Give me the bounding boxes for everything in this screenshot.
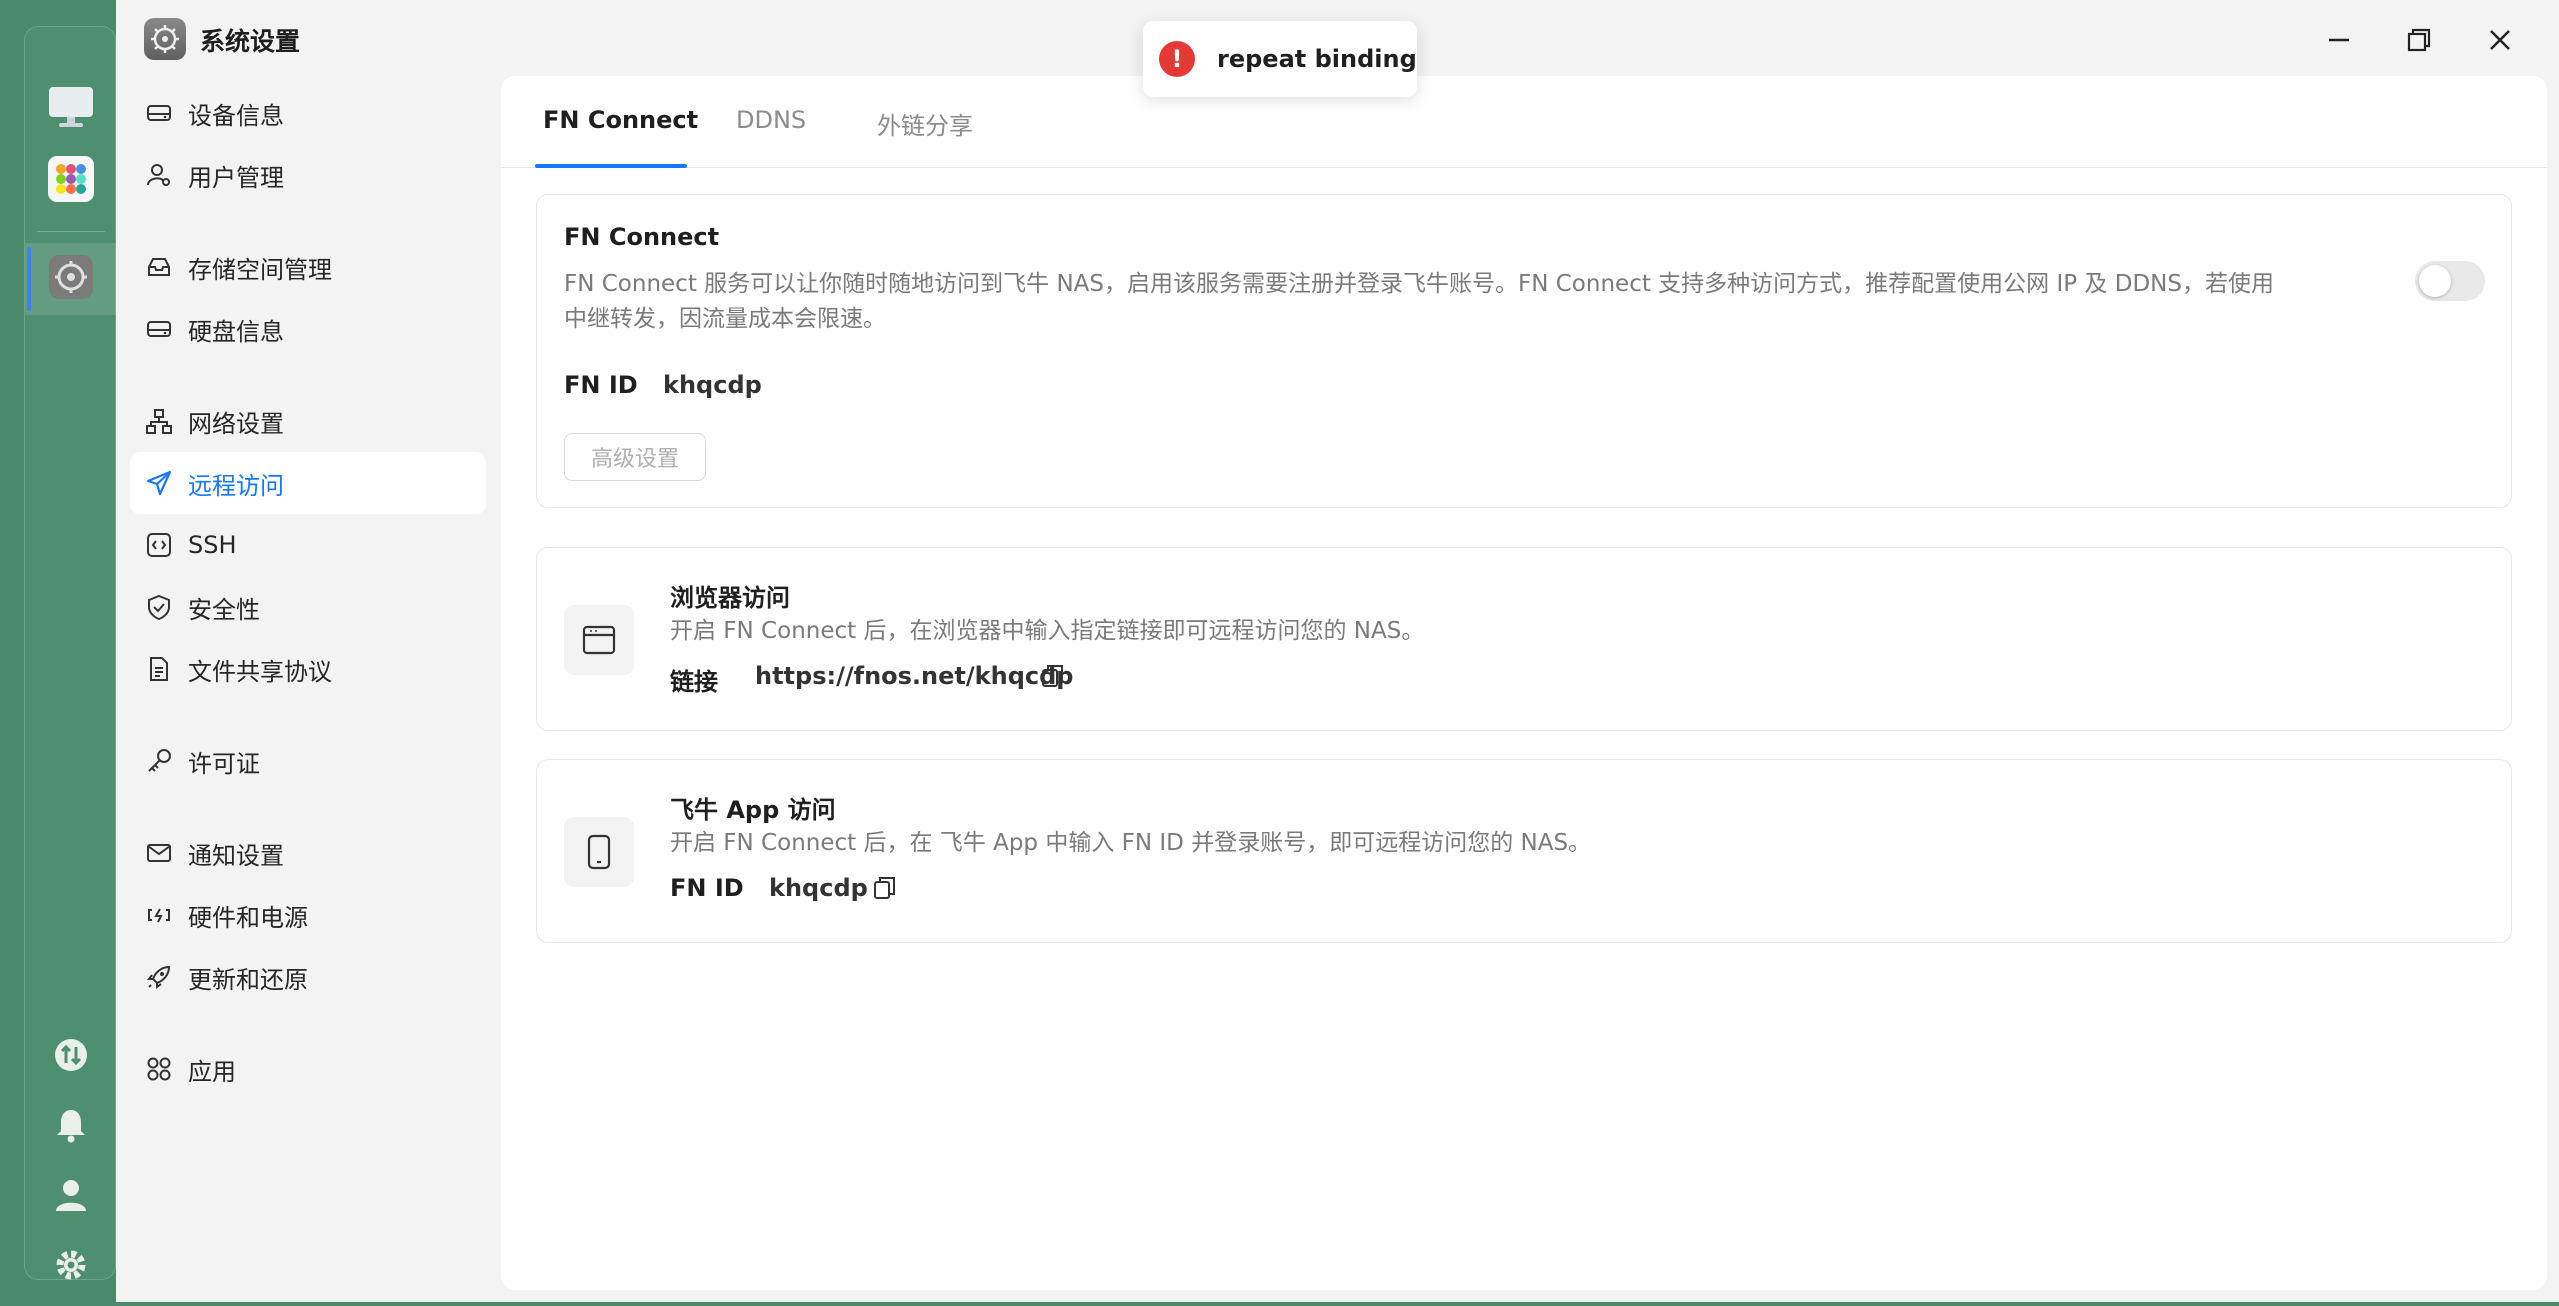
settings-icon [49,255,93,303]
tab-fn-connect[interactable]: FN Connect [543,106,698,134]
close-icon [2490,30,2510,50]
rocket-icon [144,962,174,992]
bell-icon [54,1107,88,1147]
minimize-icon [2329,38,2349,42]
file-icon [144,654,174,684]
sidebar-item-disk-info[interactable]: 硬盘信息 [130,298,486,360]
dock-notifications[interactable] [25,1091,117,1163]
active-tab-indicator [535,164,687,168]
app-fn-id-value: khqcdp [769,874,868,902]
apps-icon [144,1054,174,1084]
dock [24,26,117,1280]
copy-fn-id-icon[interactable] [871,874,899,902]
copy-link-icon[interactable] [1039,662,1067,690]
sidebar-item-file-sharing[interactable]: 文件共享协议 [130,638,486,700]
close-button[interactable] [2478,18,2522,62]
fn-connect-toggle[interactable] [2415,261,2485,301]
tab-external-share[interactable]: 外链分享 [877,106,973,141]
mail-icon [144,838,174,868]
dock-app-center[interactable] [25,145,117,217]
fn-connect-card: FN Connect FN Connect 服务可以让你随时随地访问到飞牛 NA… [536,194,2512,508]
tab-ddns[interactable]: DDNS [736,106,806,134]
shield-icon [144,592,174,622]
restore-icon [2407,28,2431,52]
sidebar-item-apps[interactable]: 应用 [130,1038,486,1100]
dock-desktop[interactable] [25,73,117,145]
content-panel: FN Connect DDNS 外链分享 FN Connect FN Conne… [501,76,2547,1290]
sidebar-item-user-management[interactable]: 用户管理 [130,144,486,206]
advanced-settings-button[interactable]: 高级设置 [564,433,706,481]
gear-icon [54,1248,88,1286]
browser-access-card: 浏览器访问 开启 FN Connect 后，在浏览器中输入指定链接即可远程访问您… [536,547,2512,731]
app-fn-id-label: FN ID [670,874,744,902]
sidebar-item-network[interactable]: 网络设置 [130,390,486,452]
browser-icon [564,605,634,675]
dock-system-settings[interactable] [25,1231,117,1303]
fn-id-label: FN ID [564,371,638,399]
fn-connect-title: FN Connect [564,223,720,251]
settings-app-icon [144,18,186,60]
key-icon [144,746,174,776]
sidebar-item-remote-access[interactable]: 远程访问 [130,452,486,514]
settings-window: 系统设置 设备信息 用户管理 存储空间管理 硬盘信息 网络设置 远程访问 SSH… [116,0,2559,1302]
minimize-button[interactable] [2317,18,2361,62]
tab-bar: FN Connect DDNS 外链分享 [501,76,2547,168]
device-icon [144,98,174,128]
dock-settings[interactable] [25,243,117,315]
disk-icon [144,314,174,344]
dock-user[interactable] [25,1161,117,1233]
desktop-icon [47,85,95,133]
dock-transfer[interactable] [25,1021,117,1093]
battery-icon [144,900,174,930]
user-icon [54,1178,88,1216]
sidebar-item-hardware-power[interactable]: 硬件和电源 [130,884,486,946]
phone-icon [564,817,634,887]
storage-icon [144,252,174,282]
sidebar-item-notifications[interactable]: 通知设置 [130,822,486,884]
app-access-title: 飞牛 App 访问 [670,796,836,824]
sidebar-item-ssh[interactable]: SSH [130,514,486,576]
sidebar-item-license[interactable]: 许可证 [130,730,486,792]
app-access-description: 开启 FN Connect 后，在 飞牛 App 中输入 FN ID 并登录账号… [670,830,1592,856]
app-center-icon [48,156,94,206]
sidebar-item-update-restore[interactable]: 更新和还原 [130,946,486,1008]
access-link[interactable]: https://fnos.net/khqcdp [755,662,1073,690]
browser-access-title: 浏览器访问 [670,584,790,612]
sidebar-item-security[interactable]: 安全性 [130,576,486,638]
sidebar-item-device-info[interactable]: 设备信息 [130,82,486,144]
toggle-knob [2419,265,2451,297]
app-access-card: 飞牛 App 访问 开启 FN Connect 后，在 飞牛 App 中输入 F… [536,759,2512,943]
browser-access-description: 开启 FN Connect 后，在浏览器中输入指定链接即可远程访问您的 NAS。 [670,618,1425,644]
fn-connect-description: FN Connect 服务可以让你随时随地访问到飞牛 NAS，启用该服务需要注册… [564,271,2274,332]
maximize-button[interactable] [2397,18,2441,62]
user-manage-icon [144,160,174,190]
fn-id-value: khqcdp [663,371,762,399]
settings-sidebar: 设备信息 用户管理 存储空间管理 硬盘信息 网络设置 远程访问 SSH 安全性 … [130,82,486,1100]
send-icon [144,468,174,498]
code-icon [144,530,174,560]
transfer-icon [54,1038,88,1076]
sidebar-item-storage[interactable]: 存储空间管理 [130,236,486,298]
error-icon: ! [1159,41,1195,77]
link-label: 链接 [670,668,718,696]
toast-message: repeat binding [1217,45,1417,73]
error-toast: ! repeat binding [1143,21,1417,97]
network-icon [144,406,174,436]
window-title: 系统设置 [200,27,301,56]
